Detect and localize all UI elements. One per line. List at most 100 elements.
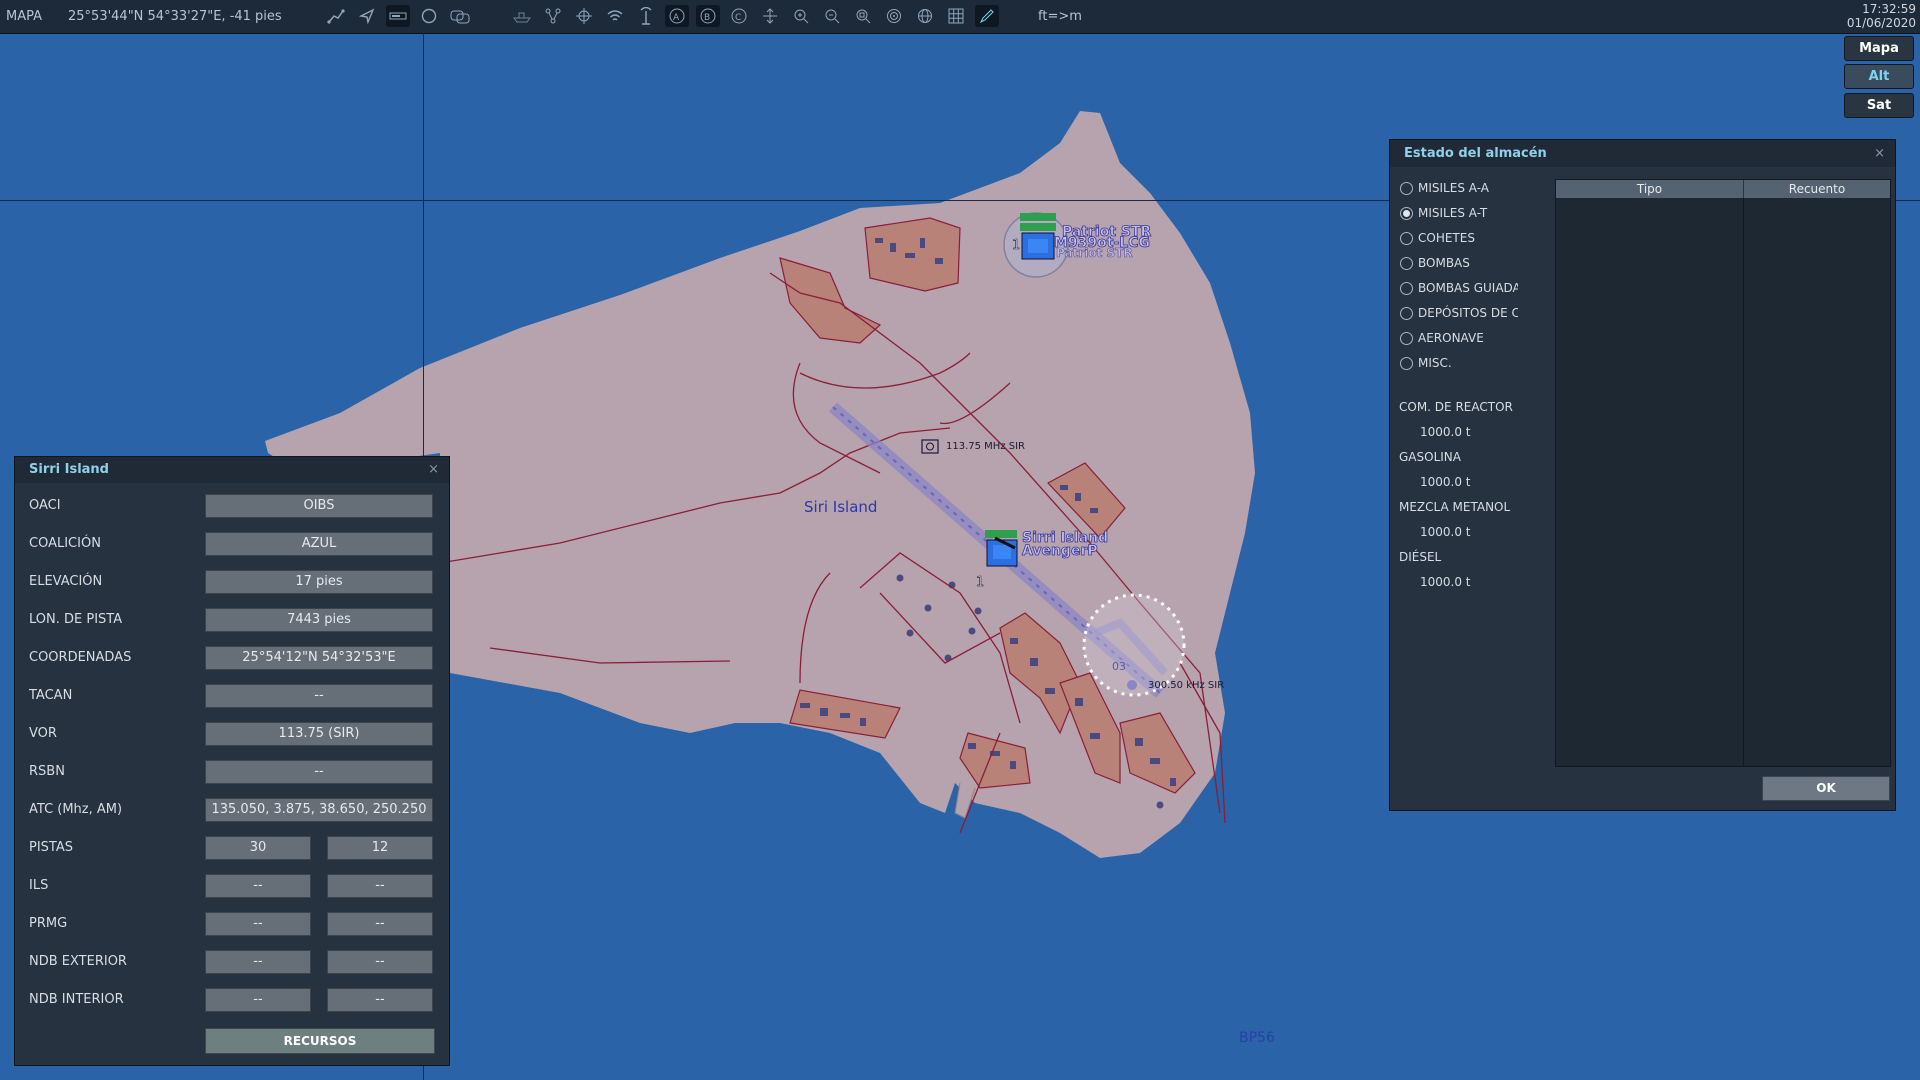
- radio-unchecked-icon[interactable]: [1400, 281, 1413, 295]
- map-mode-label: MAPA: [6, 9, 43, 24]
- warehouse-title: Estado del almacén: [1404, 146, 1547, 161]
- ndb-label: 300.50 kHz SIR: [1148, 680, 1224, 691]
- pen-icon[interactable]: [975, 5, 999, 27]
- fuel-label: COM. DE REACTOR: [1399, 400, 1513, 414]
- airfield-row: ATC (Mhz, AM) 135.050, 3.875, 38.650, 250…: [15, 798, 449, 822]
- category-label: DEPÓSITOS DE CO: [1418, 306, 1518, 320]
- unit-toggle[interactable]: ft=>m: [1038, 9, 1082, 24]
- layer-sat-button[interactable]: Sat: [1844, 93, 1914, 118]
- radio-unchecked-icon[interactable]: [1400, 331, 1413, 345]
- airfield-row-value: 113.75 (SIR): [205, 722, 433, 746]
- ndb-icon[interactable]: [1127, 680, 1137, 690]
- airfield-value-right: --: [327, 874, 433, 898]
- category-radio[interactable]: BOMBAS: [1400, 254, 1518, 272]
- zoom-out-icon[interactable]: [820, 5, 844, 27]
- island-label: Siri Island: [804, 498, 877, 516]
- close-icon[interactable]: ×: [1874, 140, 1885, 167]
- zoom-fit-icon[interactable]: [851, 5, 875, 27]
- clock-date: 01/06/2020: [1846, 16, 1916, 30]
- airfield-title: Sirri Island: [29, 462, 109, 477]
- layer-alt-button[interactable]: Alt: [1844, 64, 1914, 89]
- airfield-row: COALICIÓN AZUL: [15, 532, 449, 556]
- crosshair-icon[interactable]: [572, 5, 596, 27]
- unit-count-label: 1: [1012, 238, 1020, 253]
- airfield-row: ELEVACIÓN 17 pies: [15, 570, 449, 594]
- airfield-pair-row: PISTAS 30 12: [15, 836, 449, 860]
- wifi-icon[interactable]: [603, 5, 627, 27]
- category-label: MISILES A-T: [1418, 206, 1488, 220]
- radio-unchecked-icon[interactable]: [1400, 256, 1413, 270]
- airfield-row-label: ILS: [29, 878, 49, 893]
- ok-button[interactable]: OK: [1762, 776, 1890, 801]
- category-radio[interactable]: MISC.: [1400, 354, 1518, 372]
- network-icon[interactable]: [541, 5, 565, 27]
- fuel-value: 1000.0 t: [1420, 575, 1471, 589]
- category-label: BOMBAS: [1418, 256, 1470, 270]
- radio-unchecked-icon[interactable]: [1400, 181, 1413, 195]
- clock: 17:32:59 01/06/2020: [1847, 2, 1916, 30]
- unit-label-avenger: AvengerP: [1022, 543, 1098, 559]
- ship-icon[interactable]: [510, 5, 534, 27]
- fuel-value: 1000.0 t: [1420, 475, 1471, 489]
- move-icon[interactable]: [758, 5, 782, 27]
- airfield-row-label: NDB EXTERIOR: [29, 954, 127, 969]
- category-radio[interactable]: BOMBAS GUIADA: [1400, 279, 1518, 297]
- navigate-icon[interactable]: [355, 5, 379, 27]
- category-radio[interactable]: MISILES A-A: [1400, 179, 1518, 197]
- airfield-row-value: 17 pies: [205, 570, 433, 594]
- airfield-row-value: 25°54'12"N 54°32'53"E: [205, 646, 433, 670]
- top-toolbar: MAPA 25°53'44"N 54°33'27"E, -41 pies A B…: [0, 0, 1920, 34]
- airfield-row-label: NDB INTERIOR: [29, 992, 124, 1007]
- airfield-value-right: --: [327, 950, 433, 974]
- airfield-row-label: PISTAS: [29, 840, 74, 855]
- airfield-row-value: --: [205, 684, 433, 708]
- radar-c-icon[interactable]: C: [727, 5, 751, 27]
- circle-icon[interactable]: [417, 5, 441, 27]
- layer-map-button[interactable]: Mapa: [1844, 36, 1914, 61]
- airfield-value-right: --: [327, 988, 433, 1012]
- zoom-in-icon[interactable]: [789, 5, 813, 27]
- airfield-row-value: 7443 pies: [205, 608, 433, 632]
- airfield-row-label: TACAN: [29, 688, 73, 703]
- route-icon[interactable]: [324, 5, 348, 27]
- ruler-icon[interactable]: [386, 5, 410, 27]
- fuel-label: GASOLINA: [1399, 450, 1461, 464]
- category-radio[interactable]: DEPÓSITOS DE CO: [1400, 304, 1518, 322]
- airfield-row-label: ATC (Mhz, AM): [29, 802, 123, 817]
- airfield-value-right: 12: [327, 836, 433, 860]
- category-radio[interactable]: COHETES: [1400, 229, 1518, 247]
- target-icon[interactable]: [882, 5, 906, 27]
- airfield-row: LON. DE PISTA 7443 pies: [15, 608, 449, 632]
- fuel-value: 1000.0 t: [1420, 525, 1471, 539]
- avenger-unit-group[interactable]: [985, 530, 1018, 567]
- category-radio[interactable]: MISILES A-T: [1400, 204, 1518, 222]
- airfield-row: COORDENADAS 25°54'12"N 54°32'53"E: [15, 646, 449, 670]
- globe-icon[interactable]: [913, 5, 937, 27]
- radio-unchecked-icon[interactable]: [1400, 356, 1413, 370]
- column-header-recuento[interactable]: Recuento: [1744, 180, 1890, 198]
- fuel-label: DIÉSEL: [1399, 550, 1442, 564]
- category-radio[interactable]: AERONAVE: [1400, 329, 1518, 347]
- chat-icon[interactable]: [448, 5, 472, 27]
- warehouse-panel: Estado del almacén × MISILES A-A MISILES …: [1389, 139, 1896, 811]
- airfield-row: RSBN --: [15, 760, 449, 784]
- airfield-value-left: --: [205, 950, 311, 974]
- airfield-info-panel: Sirri Island × OACI OIBS COALICIÓN AZUL ELEV…: [14, 456, 450, 1066]
- radar-a-icon[interactable]: A: [665, 5, 689, 27]
- column-header-tipo[interactable]: Tipo: [1556, 180, 1744, 198]
- airfield-row: TACAN --: [15, 684, 449, 708]
- radio-unchecked-icon[interactable]: [1400, 231, 1413, 245]
- airfield-row-value: --: [205, 760, 433, 784]
- radio-unchecked-icon[interactable]: [1400, 306, 1413, 320]
- grid-icon[interactable]: [944, 5, 968, 27]
- airfield-row-label: ELEVACIÓN: [29, 574, 103, 589]
- airfield-row-label: LON. DE PISTA: [29, 612, 123, 627]
- close-icon[interactable]: ×: [428, 457, 439, 483]
- radio-checked-icon[interactable]: [1400, 206, 1413, 220]
- resources-button[interactable]: RECURSOS: [205, 1028, 435, 1054]
- warehouse-table[interactable]: Tipo Recuento: [1555, 179, 1891, 767]
- airfield-row-label: COORDENADAS: [29, 650, 132, 665]
- antenna-icon[interactable]: [634, 5, 658, 27]
- runway-end-label: 03: [1112, 660, 1126, 673]
- radar-b-icon[interactable]: B: [696, 5, 720, 27]
